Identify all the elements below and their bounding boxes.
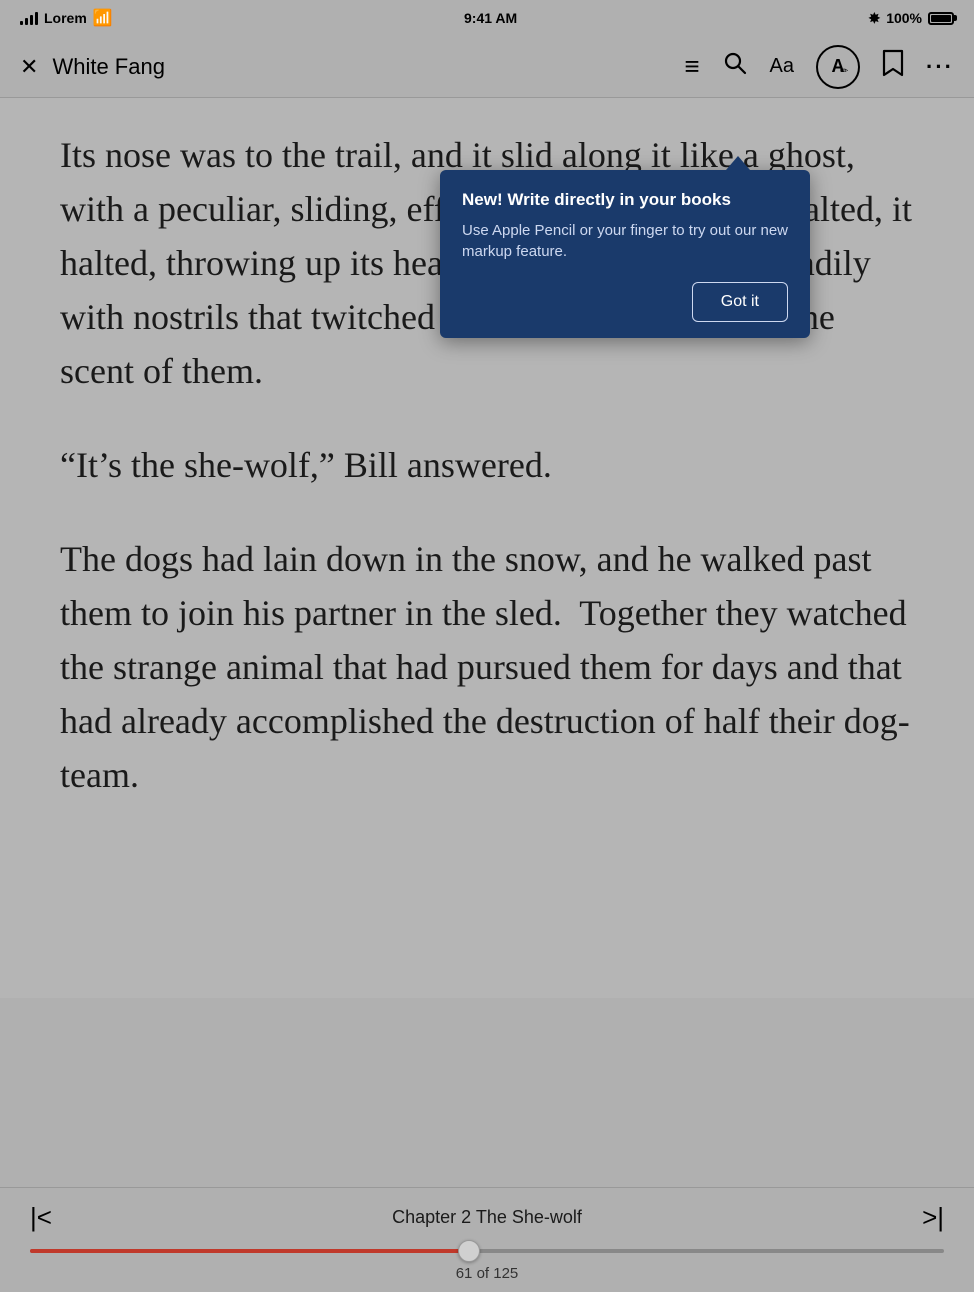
chapter-nav: |< Chapter 2 The She-wolf >| bbox=[0, 1188, 974, 1243]
nav-bar: ✕ White Fang ≡ Aa A ✏ ··· bbox=[0, 36, 974, 98]
tooltip-arrow bbox=[726, 156, 750, 170]
battery-pct-label: 100% bbox=[886, 10, 922, 26]
list-icon[interactable]: ≡ bbox=[684, 51, 699, 82]
wifi-icon: 📶 bbox=[93, 8, 113, 28]
paragraph-2: “It’s the she-wolf,” Bill answered. bbox=[60, 438, 914, 492]
signal-icon bbox=[20, 11, 38, 25]
status-bar: Lorem 📶 9:41 AM ✸ 100% bbox=[0, 0, 974, 36]
paragraph-3: The dogs had lain down in the snow, and … bbox=[60, 532, 914, 802]
page-info: 61 of 125 bbox=[0, 1261, 974, 1292]
time-display: 9:41 AM bbox=[464, 10, 517, 26]
progress-track[interactable] bbox=[30, 1249, 944, 1253]
next-chapter-button[interactable]: >| bbox=[922, 1202, 944, 1233]
tooltip-footer: Got it bbox=[462, 282, 788, 322]
progress-thumb[interactable] bbox=[458, 1240, 480, 1262]
carrier-label: Lorem bbox=[44, 10, 87, 26]
progress-container[interactable] bbox=[0, 1243, 974, 1261]
close-button[interactable]: ✕ bbox=[20, 54, 38, 80]
markup-icon-button[interactable]: A ✏ bbox=[816, 45, 860, 89]
bluetooth-icon: ✸ bbox=[868, 10, 880, 27]
bookmark-icon[interactable] bbox=[882, 49, 904, 84]
reading-area: New! Write directly in your books Use Ap… bbox=[0, 98, 974, 998]
tooltip-popover: New! Write directly in your books Use Ap… bbox=[440, 170, 810, 338]
search-icon[interactable] bbox=[722, 50, 748, 83]
battery-icon bbox=[928, 12, 954, 25]
nav-right: ≡ Aa A ✏ ··· bbox=[684, 45, 954, 89]
more-options-icon[interactable]: ··· bbox=[926, 54, 954, 80]
prev-chapter-button[interactable]: |< bbox=[30, 1202, 52, 1233]
status-left: Lorem 📶 bbox=[20, 8, 113, 28]
tooltip-body: Use Apple Pencil or your finger to try o… bbox=[462, 220, 788, 262]
chapter-name: Chapter 2 The She-wolf bbox=[392, 1207, 582, 1228]
progress-fill bbox=[30, 1249, 469, 1253]
book-title: White Fang bbox=[52, 54, 165, 80]
battery-fill bbox=[931, 15, 951, 22]
tooltip-title: New! Write directly in your books bbox=[462, 190, 788, 210]
bottom-bar: |< Chapter 2 The She-wolf >| 61 of 125 bbox=[0, 1187, 974, 1292]
got-it-button[interactable]: Got it bbox=[692, 282, 788, 322]
status-right: ✸ 100% bbox=[868, 10, 954, 27]
nav-left: ✕ White Fang bbox=[20, 54, 165, 80]
font-size-icon[interactable]: Aa bbox=[770, 55, 794, 78]
